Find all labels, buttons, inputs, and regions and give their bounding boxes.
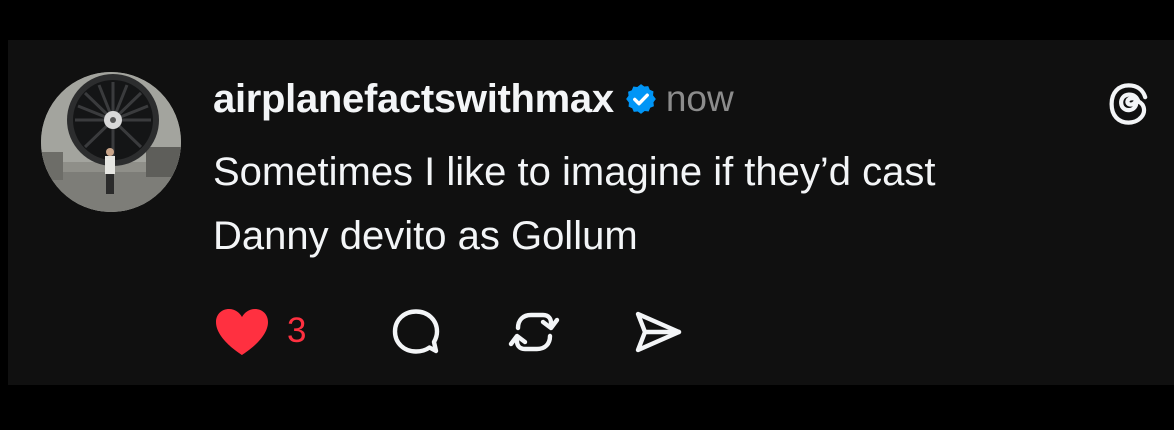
post-header: airplanefactswithmax now (213, 72, 734, 126)
bottom-band (0, 385, 1174, 430)
comment-icon (393, 309, 440, 354)
heart-icon (216, 309, 268, 355)
post-text: Sometimes I like to imagine if they’d ca… (213, 140, 1143, 268)
username[interactable]: airplanefactswithmax (213, 77, 614, 122)
post-actions: 3 (213, 302, 684, 362)
repost-button[interactable] (508, 306, 560, 358)
share-button[interactable] (632, 306, 684, 358)
post-text-line: Sometimes I like to imagine if they’d ca… (213, 150, 936, 194)
avatar[interactable] (41, 72, 181, 212)
verified-badge-icon (624, 82, 658, 116)
post-text-line: Danny devito as Gollum (213, 214, 638, 258)
like-count: 3 (287, 311, 307, 350)
like-button[interactable]: 3 (213, 306, 306, 358)
comment-button[interactable] (390, 306, 442, 358)
top-band (0, 0, 1174, 40)
post-timestamp: now (665, 78, 734, 119)
repost-icon (509, 312, 560, 352)
thread-post: airplanefactswithmax now Sometimes I lik… (8, 40, 1174, 385)
share-icon (636, 311, 682, 353)
threads-logo-icon[interactable] (1105, 80, 1153, 128)
